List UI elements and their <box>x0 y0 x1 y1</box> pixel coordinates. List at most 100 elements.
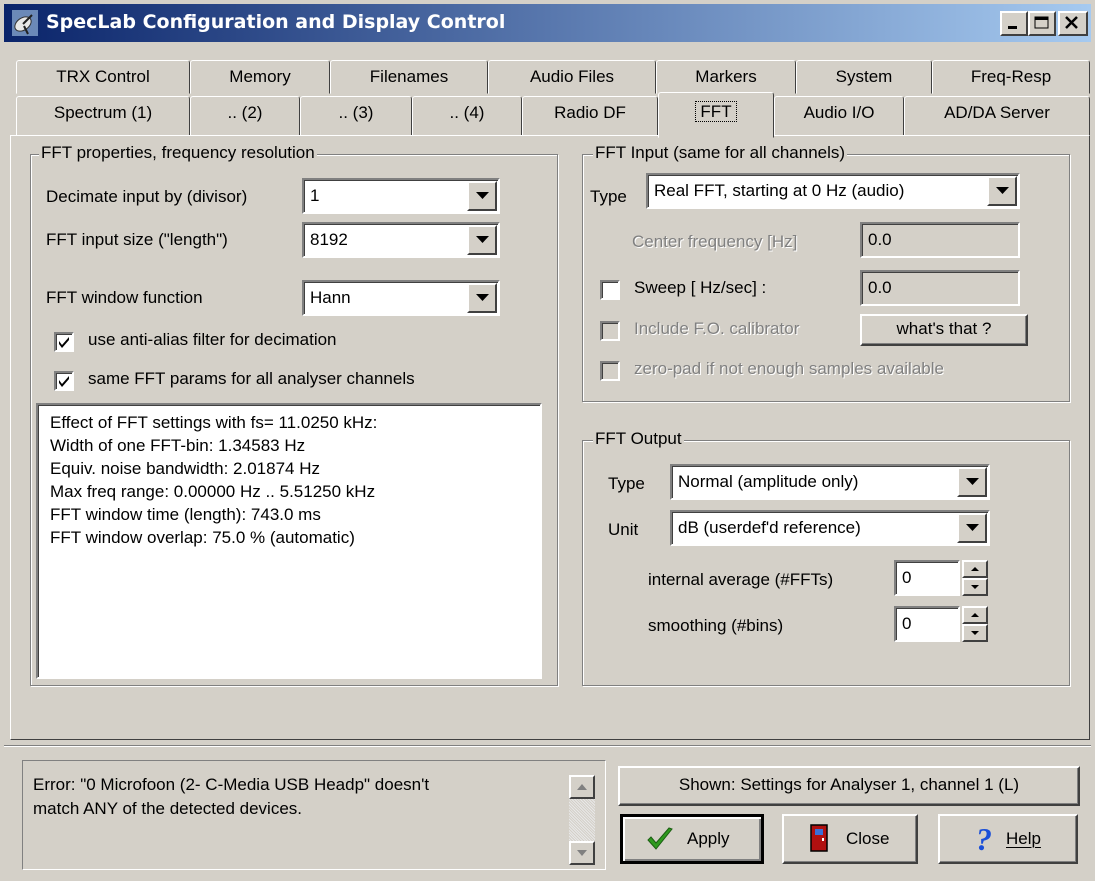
minimize-icon <box>1008 26 1017 29</box>
tab-spectrum-4[interactable]: .. (4) <box>412 96 522 136</box>
output-type-value: Normal (amplitude only) <box>678 472 859 491</box>
input-type-select[interactable]: Real FFT, starting at 0 Hz (audio) <box>646 173 1020 209</box>
minimize-button[interactable] <box>1000 11 1028 36</box>
fft-info-box[interactable]: Effect of FFT settings with fs= 11.0250 … <box>36 403 542 679</box>
spin-down-button[interactable] <box>962 624 988 642</box>
smoothing-value: 0 <box>902 614 912 633</box>
internal-average-value: 0 <box>902 568 912 587</box>
zero-pad-label: zero-pad if not enough samples available <box>634 359 944 378</box>
fft-size-dropdown-button[interactable] <box>467 225 497 255</box>
svg-text:?: ? <box>976 824 992 854</box>
smoothing-field[interactable]: 0 <box>894 606 960 642</box>
tab-filenames[interactable]: Filenames <box>330 60 488 94</box>
info-line: FFT window time (length): 743.0 ms <box>50 505 321 524</box>
include-fo-label: Include F.O. calibrator <box>634 319 800 338</box>
decimate-select[interactable]: 1 <box>302 178 500 214</box>
tab-audio-files[interactable]: Audio Files <box>488 60 656 94</box>
check-icon <box>59 376 69 387</box>
include-fo-checkbox <box>600 321 620 341</box>
tab-fft[interactable]: FFT <box>658 92 774 138</box>
spin-up-button[interactable] <box>962 606 988 624</box>
scroll-down-button[interactable] <box>569 841 595 865</box>
smoothing-spinner[interactable] <box>962 606 988 642</box>
input-type-dropdown-button[interactable] <box>987 176 1017 206</box>
divider <box>4 745 1091 747</box>
status-scrollbar[interactable] <box>569 775 595 865</box>
close-icon <box>1065 16 1078 29</box>
internal-average-field[interactable]: 0 <box>894 560 960 596</box>
info-line: Max freq range: 0.00000 Hz .. 5.51250 kH… <box>50 482 376 501</box>
unit-dropdown-button[interactable] <box>957 513 987 543</box>
apply-button[interactable]: Apply <box>620 814 764 864</box>
unit-select[interactable]: dB (userdef'd reference) <box>670 510 990 546</box>
chevron-down-icon <box>476 192 489 199</box>
info-line: Equiv. noise bandwidth: 2.01874 Hz <box>50 459 320 478</box>
info-line: Width of one FFT-bin: 1.34583 Hz <box>50 436 306 455</box>
close-window-button[interactable] <box>1058 11 1088 36</box>
tab-radio-df[interactable]: Radio DF <box>522 96 658 136</box>
chevron-down-icon <box>577 850 587 856</box>
sweep-field[interactable]: 0.0 <box>860 270 1020 306</box>
same-params-label[interactable]: same FFT params for all analyser channel… <box>88 369 415 389</box>
help-button[interactable]: ? Help <box>938 814 1078 864</box>
output-type-dropdown-button[interactable] <box>957 467 987 497</box>
tab-spectrum-3[interactable]: .. (3) <box>300 96 412 136</box>
close-button[interactable]: Close <box>782 814 918 864</box>
unit-label: Unit <box>608 520 639 539</box>
tab-memory[interactable]: Memory <box>190 60 330 94</box>
fft-input-legend: FFT Input (same for all channels) <box>593 143 848 163</box>
decimate-label: Decimate input by (divisor) <box>46 187 248 206</box>
zero-pad-checkbox <box>600 361 620 381</box>
tab-spectrum-1[interactable]: Spectrum (1) <box>16 96 190 136</box>
scroll-up-button[interactable] <box>569 775 595 799</box>
same-params-checkbox[interactable] <box>54 371 74 391</box>
center-frequency-field: 0.0 <box>860 222 1020 258</box>
checkmark-icon <box>647 827 673 850</box>
error-line-2: match ANY of the detected devices. <box>33 799 303 818</box>
info-line: Effect of FFT settings with fs= 11.0250 … <box>50 413 378 432</box>
error-line-1: Error: "0 Microfoon (2- C-Media USB Head… <box>33 775 430 794</box>
tab-freq-resp[interactable]: Freq-Resp <box>932 60 1090 94</box>
title-bar[interactable]: SpecLab Configuration and Display Contro… <box>4 4 1091 42</box>
sweep-checkbox[interactable] <box>600 280 620 300</box>
tab-audio-io[interactable]: Audio I/O <box>774 96 904 136</box>
sweep-label[interactable]: Sweep [ Hz/sec] : <box>634 278 766 298</box>
chevron-down-icon <box>966 524 979 531</box>
maximize-button[interactable] <box>1028 11 1056 36</box>
tab-system[interactable]: System <box>796 60 932 94</box>
output-type-label: Type <box>608 474 645 493</box>
satellite-dish-icon <box>12 10 38 36</box>
window-function-dropdown-button[interactable] <box>467 283 497 313</box>
antialias-checkbox[interactable] <box>54 332 74 352</box>
shown-settings-button[interactable]: Shown: Settings for Analyser 1, channel … <box>618 766 1080 806</box>
status-box: Error: "0 Microfoon (2- C-Media USB Head… <box>22 760 606 870</box>
center-frequency-value: 0.0 <box>868 230 892 249</box>
decimate-value: 1 <box>310 186 320 205</box>
output-type-select[interactable]: Normal (amplitude only) <box>670 464 990 500</box>
fft-size-label: FFT input size ("length") <box>46 230 228 249</box>
chevron-down-icon <box>971 585 979 589</box>
tab-ad-da-server[interactable]: AD/DA Server <box>904 96 1090 136</box>
spin-up-button[interactable] <box>962 560 988 578</box>
question-mark-icon: ? <box>976 824 992 854</box>
chevron-down-icon <box>971 631 979 635</box>
spin-down-button[interactable] <box>962 578 988 596</box>
fft-output-legend: FFT Output <box>593 429 684 449</box>
antialias-label[interactable]: use anti-alias filter for decimation <box>88 330 337 350</box>
chevron-up-icon <box>577 784 587 790</box>
window-function-value: Hann <box>310 288 351 307</box>
tab-spectrum-2[interactable]: .. (2) <box>190 96 300 136</box>
internal-average-spinner[interactable] <box>962 560 988 596</box>
door-icon <box>810 824 828 852</box>
fft-size-select[interactable]: 8192 <box>302 222 500 258</box>
whats-that-button[interactable]: what's that ? <box>860 314 1028 346</box>
chevron-down-icon <box>476 236 489 243</box>
tab-trx-control[interactable]: TRX Control <box>16 60 190 94</box>
fft-properties-legend: FFT properties, frequency resolution <box>39 143 317 163</box>
decimate-dropdown-button[interactable] <box>467 181 497 211</box>
chevron-down-icon <box>966 478 979 485</box>
fft-size-value: 8192 <box>310 230 348 249</box>
chevron-down-icon <box>476 294 489 301</box>
tab-markers[interactable]: Markers <box>656 60 796 94</box>
window-function-select[interactable]: Hann <box>302 280 500 316</box>
